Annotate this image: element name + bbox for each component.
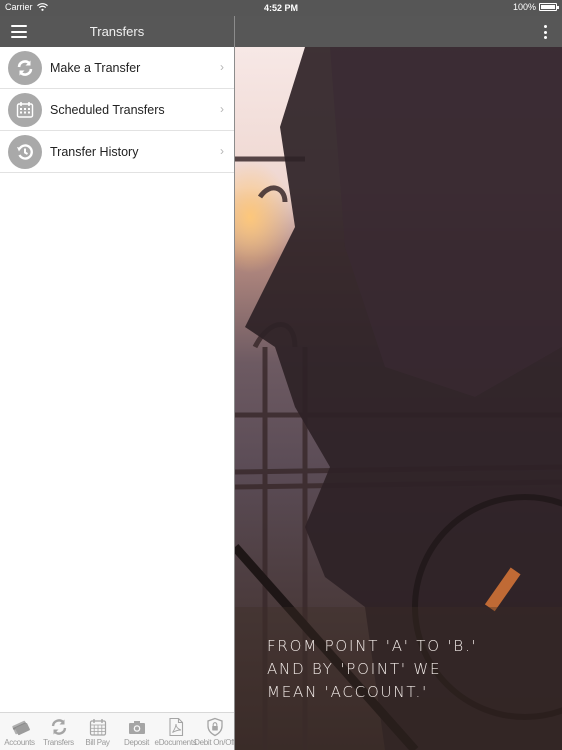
chevron-right-icon: › <box>220 102 224 116</box>
transfers-sidebar: Transfers Make a Transfer › Scheduled Tr… <box>0 0 235 750</box>
tab-label: Transfers <box>43 738 74 747</box>
hero-background-photo: FROM POINT 'A' TO 'B.' AND BY 'POINT' WE… <box>235 47 562 750</box>
chevron-right-icon: › <box>220 60 224 74</box>
tagline-line: FROM POINT 'A' TO 'B.' <box>267 637 478 655</box>
menu-item-make-transfer[interactable]: Make a Transfer › <box>0 47 234 89</box>
tab-deposit[interactable]: Deposit <box>117 717 156 750</box>
menu-item-label: Make a Transfer <box>50 60 141 75</box>
tab-debit-on-off[interactable]: Debit On/Off <box>194 717 235 750</box>
history-icon <box>8 134 42 169</box>
page-title: Transfers <box>89 24 145 39</box>
tab-label: Debit On/Off <box>194 738 235 747</box>
tab-edocuments[interactable]: eDocuments <box>154 717 197 750</box>
tagline-line: MEAN 'ACCOUNT.' <box>267 683 429 701</box>
sidebar-navbar: Transfers <box>0 16 234 47</box>
menu-item-label: Transfer History <box>50 144 139 159</box>
tab-transfers[interactable]: Transfers <box>39 717 78 750</box>
tab-label: Deposit <box>123 738 150 747</box>
calendar-icon <box>89 719 106 736</box>
bottom-tab-bar: Accounts Transfers Bill Pay Deposit eDoc… <box>0 712 235 750</box>
transfers-menu: Make a Transfer › Scheduled Transfers › … <box>0 47 234 173</box>
menu-item-scheduled-transfers[interactable]: Scheduled Transfers › <box>0 89 234 131</box>
detail-pane: FROM POINT 'A' TO 'B.' AND BY 'POINT' WE… <box>235 0 562 750</box>
refresh-arrows-icon <box>8 50 42 85</box>
tab-label: Accounts <box>4 738 35 747</box>
calendar-icon <box>8 92 42 127</box>
refresh-arrows-icon <box>51 719 66 735</box>
tab-accounts[interactable]: Accounts <box>0 717 39 750</box>
menu-item-transfer-history[interactable]: Transfer History › <box>0 131 234 173</box>
chevron-right-icon: › <box>220 144 224 158</box>
credit-cards-icon <box>11 720 30 736</box>
hero-tagline: FROM POINT 'A' TO 'B.' AND BY 'POINT' WE… <box>267 635 477 704</box>
more-vertical-icon[interactable] <box>544 25 548 39</box>
tab-label: Bill Pay <box>85 738 110 747</box>
tab-bill-pay[interactable]: Bill Pay <box>78 717 117 750</box>
detail-navbar <box>235 16 562 47</box>
tab-label: eDocuments <box>154 738 197 747</box>
tagline-line: AND BY 'POINT' WE <box>267 660 442 678</box>
menu-item-label: Scheduled Transfers <box>50 102 165 117</box>
camera-icon <box>128 721 145 734</box>
status-bar: Carrier 4:52 PM 100% <box>0 0 562 16</box>
pdf-document-icon <box>168 717 183 737</box>
battery-percent: 100% <box>512 2 536 12</box>
status-time: 4:52 PM <box>263 3 298 13</box>
shield-lock-icon <box>206 717 223 737</box>
battery-icon <box>539 3 559 11</box>
